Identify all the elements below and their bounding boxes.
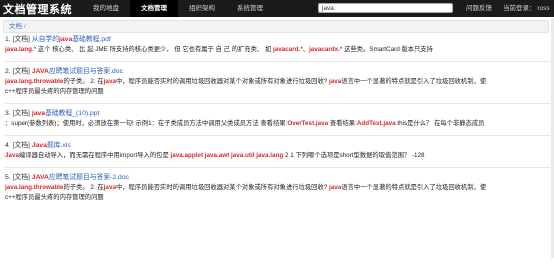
result-title-segment: 4. [文档] <box>5 142 32 149</box>
result-title-segment: 5. [文档] <box>5 174 32 181</box>
result-divider <box>5 103 550 104</box>
snippet-segment: 语言中一个显著的特点就是引入了垃圾回收机制，使 <box>341 184 487 191</box>
result-title-segment: 题库.xls <box>46 142 71 149</box>
snippet-segment: Java <box>5 152 20 159</box>
result-snippet: c++程序员最头疼的内存管理的问题 <box>5 87 550 97</box>
result-title-segment: 基础教程_(10).ppt <box>45 110 100 117</box>
result-title-link[interactable]: 2. [文档] JAVA应聘笔试题目与答案.doc <box>5 67 550 77</box>
result-title-segment: 3. [文档] <box>5 110 32 117</box>
brand-title[interactable]: 文档管理系统 <box>3 1 72 17</box>
snippet-segment: java <box>103 184 116 191</box>
result-title-link[interactable]: 3. [文档] java基础教程_(10).ppt <box>5 109 550 119</box>
snippet-segment: java <box>329 184 342 191</box>
snippet-segment: 语言中一个显著的特点就是引入了垃圾回收机制，使 <box>341 78 487 85</box>
result-title-link[interactable]: 5. [文档] JAVA应聘笔试题目与答案-2.doc <box>5 173 550 183</box>
result-title-segment: java <box>59 36 73 43</box>
result-title-segment: 1. [文档] <box>5 36 32 43</box>
username[interactable]: ross <box>537 5 549 12</box>
snippet-segment: 的子类。 2. 在 <box>63 78 104 85</box>
snippet-segment: 中，程序员能否实时的调用垃圾回收器对某个对象或所有对象进行垃圾回收? <box>115 184 330 191</box>
search-result-item: 5. [文档] JAVA应聘笔试题目与答案-2.doc java.lang.thr… <box>5 173 550 203</box>
search-result-item: 3. [文档] java基础教程_(10).ppt ：super(参数列表)；使用… <box>5 109 550 129</box>
result-snippet: ：super(参数列表)；使用时，必须放在第一句! 示例1：在子类成员方法中调用… <box>5 119 550 129</box>
result-title-segment: java <box>31 110 46 117</box>
snippet-segment: * 这些类。SmartCard 版本只支持 <box>339 46 433 53</box>
result-snippet: java.lang.throwable的子类。 2. 在java中，程序员能否实… <box>5 183 550 193</box>
search-results-list: 1. [文档] 从自学的java基础教程.pdf java.lang.* 这个 核… <box>5 35 550 209</box>
snippet-segment: ：super(参数列表)；使用时，必须放在第一句! 示例1：在子类成员方法中调用… <box>5 120 288 127</box>
snippet-segment: java.lang.throwable <box>5 184 64 191</box>
result-title-link[interactable]: 1. [文档] 从自学的java基础教程.pdf <box>5 35 550 45</box>
breadcrumb-separator: / <box>24 23 26 30</box>
result-title-segment: JAVA <box>31 174 49 181</box>
snippet-segment: 2 1 下列哪个选项是short型数据的取值范围？ -128 <box>283 152 425 159</box>
snippet-segment: AddTest.java <box>356 120 396 127</box>
snippet-segment: OverTest.java <box>287 120 329 127</box>
result-divider <box>5 61 550 62</box>
search-input[interactable]: java <box>318 3 453 13</box>
result-snippet: c++程序员最头疼的内存管理的问题 <box>5 193 550 203</box>
snippet-segment: javacard. <box>273 46 301 53</box>
feedback-link[interactable]: 问题反馈 <box>466 0 492 17</box>
top-navbar: 文档管理系统 我的地盘 文档管理 组织架构 系统管理 java 问题反馈 当前登… <box>0 0 554 29</box>
snippet-segment: java <box>103 78 116 85</box>
snippet-segment: java.lang. <box>5 46 34 53</box>
result-divider <box>5 167 550 168</box>
snippet-segment: javacardx. <box>309 46 340 53</box>
snippet-segment: *、 <box>300 46 310 53</box>
snippet-segment: c++程序员最头疼的内存管理的问题 <box>5 194 104 201</box>
result-snippet: java.lang.throwable的子类。 2. 在java中，程序员能否实… <box>5 77 550 87</box>
snippet-segment: 中，程序员能否实时的调用垃圾回收器对某个对象或所有对象进行垃圾回收? <box>115 78 330 85</box>
result-title-segment: JAVA <box>31 68 49 75</box>
login-label: 当前登录： <box>503 5 536 12</box>
result-title-segment: 2. [文档] <box>5 68 32 75</box>
result-divider <box>5 135 550 136</box>
result-snippet: java.lang.* 这个 核心类、 比 起 JME 所支持的核心类更少， 但… <box>5 45 550 55</box>
search-result-item: 2. [文档] JAVA应聘笔试题目与答案.doc java.lang.throw… <box>5 67 550 97</box>
nav-system-management[interactable]: 系统管理 <box>226 0 274 17</box>
main-nav: 我的地盘 文档管理 组织架构 系统管理 <box>82 0 274 17</box>
search-result-item: 4. [文档] Java题库.xls Java编译器自动导入，而无需在程序中用im… <box>5 141 550 161</box>
result-title-segment: Java <box>31 142 47 149</box>
snippet-segment: this是什么？ 在每个非静态成员 <box>395 120 485 127</box>
snippet-segment: 编译器自动导入，而无需在程序中用import导入的包是 <box>19 152 171 159</box>
snippet-segment: c++程序员最头疼的内存管理的问题 <box>5 88 104 95</box>
breadcrumb: 文档 / <box>3 20 549 33</box>
result-title-segment: 基础教程.pdf <box>72 36 111 43</box>
nav-document-management[interactable]: 文档管理 <box>130 0 178 17</box>
snippet-segment: java <box>329 78 342 85</box>
result-title-segment: 从自学的 <box>31 36 60 43</box>
snippet-segment: 的子类。 2. 在 <box>63 184 104 191</box>
snippet-segment: * 这个 核心类、 比 起 JME 所支持的核心类更少， 但 它也有属于 自 己… <box>33 46 273 53</box>
result-snippet: Java编译器自动导入，而无需在程序中用import导入的包是 java.app… <box>5 151 550 161</box>
search-result-item: 1. [文档] 从自学的java基础教程.pdf java.lang.* 这个 核… <box>5 35 550 55</box>
result-title-segment: 应聘笔试题目与答案.doc <box>48 68 123 75</box>
result-title-segment: 应聘笔试题目与答案-2.doc <box>48 174 130 181</box>
nav-my-space[interactable]: 我的地盘 <box>82 0 130 17</box>
breadcrumb-item-documents[interactable]: 文档 <box>9 23 22 30</box>
snippet-segment: java.applet java.awt java.util java.lang <box>170 152 284 159</box>
snippet-segment: 查看结果: <box>328 120 357 127</box>
snippet-segment: java.lang.throwable <box>5 78 64 85</box>
result-title-link[interactable]: 4. [文档] Java题库.xls <box>5 141 550 151</box>
nav-organization[interactable]: 组织架构 <box>178 0 226 17</box>
